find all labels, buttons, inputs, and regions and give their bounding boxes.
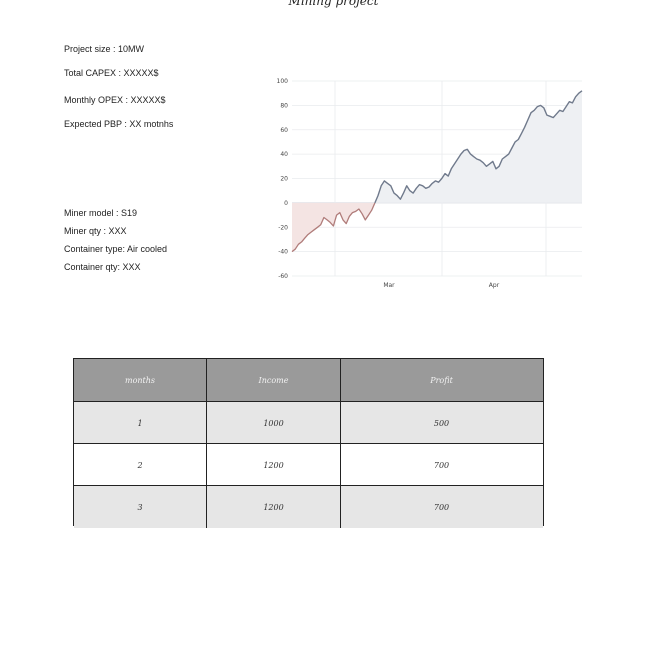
header-months: months — [74, 359, 207, 401]
table-header-row: months Income Profit — [74, 359, 543, 401]
table-cell: 1 — [74, 402, 207, 444]
y-tick-label: 80 — [280, 102, 288, 109]
x-tick-label: Apr — [489, 282, 500, 289]
y-tick-label: 0 — [284, 200, 288, 207]
miner-model-text: Miner model : S19 — [64, 208, 138, 218]
header-income: Income — [207, 359, 341, 401]
table-cell: 2 — [74, 444, 207, 486]
y-tick-label: -20 — [278, 224, 288, 231]
table-row: 1 1000 500 — [74, 401, 543, 444]
project-size-text: Project size : 10MW — [64, 44, 145, 54]
total-capex-text: Total CAPEX : XXXXX$ — [64, 68, 159, 78]
table-cell: 1200 — [207, 444, 341, 486]
container-type-text: Container type: Air cooled — [64, 244, 168, 254]
miner-qty-text: Miner qty : XXX — [64, 226, 127, 236]
y-tick-label: 20 — [280, 176, 288, 183]
container-qty-text: Container qty: XXX — [64, 262, 141, 272]
table-row: 2 1200 700 — [74, 443, 543, 486]
x-tick-label: Mar — [383, 282, 395, 289]
table-cell: 500 — [433, 418, 450, 428]
chart-y-ticks: 100 80 60 40 20 0 -20 -40 -60 — [277, 78, 289, 280]
table-cell: 700 — [433, 460, 450, 470]
y-tick-label: 60 — [280, 127, 288, 134]
table-cell: 1200 — [207, 486, 341, 528]
page-title: Mining project — [288, 0, 379, 8]
expected-pbp-text: Expected PBP : XX motnhs — [64, 119, 174, 129]
y-tick-label: 40 — [280, 151, 288, 158]
table-cell: 700 — [433, 502, 450, 512]
income-table: months Income Profit 1 1000 500 2 1200 7… — [73, 358, 544, 528]
chart-x-ticks: Mar Apr — [383, 282, 499, 289]
y-tick-label: 100 — [277, 78, 289, 85]
table-row: 3 1200 700 — [74, 485, 543, 528]
profit-chart: 100 80 60 40 20 0 -20 -40 -60 Mar Apr — [277, 78, 583, 289]
y-tick-label: -40 — [278, 249, 288, 256]
header-profit: Profit — [430, 375, 453, 385]
y-tick-label: -60 — [278, 273, 288, 280]
table-cell: 1000 — [207, 402, 341, 444]
table-cell: 3 — [74, 486, 207, 528]
monthly-opex-text: Monthly OPEX : XXXXX$ — [64, 95, 166, 105]
